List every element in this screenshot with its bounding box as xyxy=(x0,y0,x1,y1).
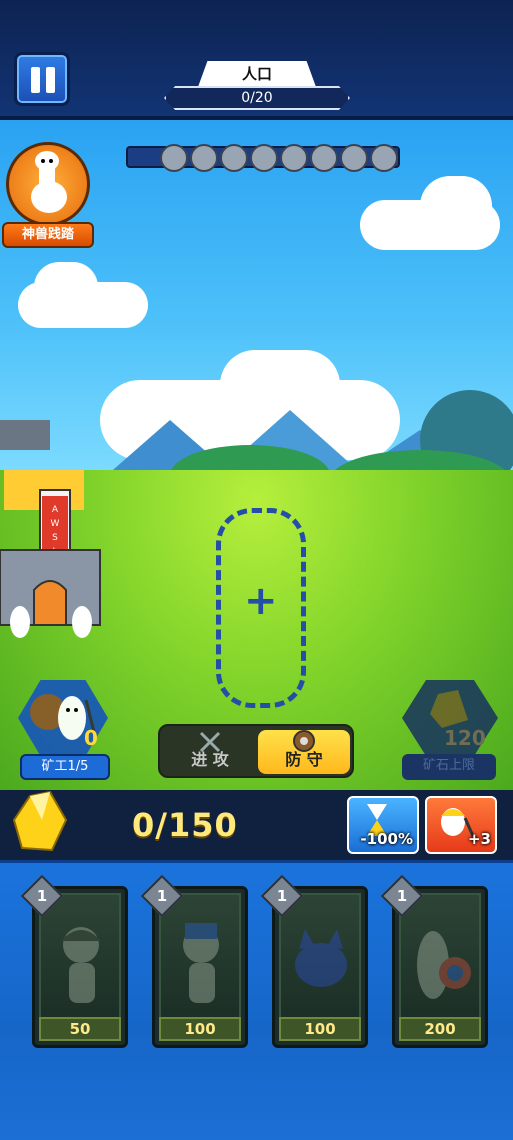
skill-button[interactable] xyxy=(6,142,90,226)
unit-card-cat[interactable]: 1 100 xyxy=(260,874,368,1048)
cloud-image xyxy=(420,176,492,236)
pause-icon xyxy=(31,67,40,93)
defend-label: 防 守 xyxy=(285,750,323,769)
ore-value: 0/150 xyxy=(132,806,238,844)
population-label: 人口 xyxy=(198,61,316,87)
miner-label: 矿工1/5 xyxy=(20,754,110,780)
defend-button[interactable]: 防 守 xyxy=(258,730,350,774)
plus-icon: + xyxy=(244,578,278,624)
mode-toggle: 进 攻 防 守 xyxy=(158,724,354,778)
speed-boost-label: -100% xyxy=(360,830,413,848)
enemy-face-icon xyxy=(250,144,278,172)
enemy-face-icon xyxy=(160,144,188,172)
enemy-face-icon xyxy=(340,144,368,172)
card-frame xyxy=(39,893,121,1019)
card-cost: 100 xyxy=(159,1017,241,1041)
ore-cap-label: 矿石上限 xyxy=(402,754,496,780)
unit-card-archer[interactable]: 1 100 xyxy=(140,874,248,1048)
miner-boost-label: +3 xyxy=(467,830,491,848)
svg-text:A: A xyxy=(52,505,59,515)
skill-label: 神兽践踏 xyxy=(2,222,94,248)
card-cost: 200 xyxy=(399,1017,481,1041)
enemy-face-icon xyxy=(220,144,248,172)
pause-button[interactable] xyxy=(14,52,70,106)
pause-icon xyxy=(46,67,55,93)
enemy-face-icon xyxy=(310,144,338,172)
svg-text:S: S xyxy=(52,533,58,543)
enemy-face-icon xyxy=(190,144,218,172)
miner-count: 0 xyxy=(84,726,98,750)
archer-icon xyxy=(183,923,219,1003)
cat-icon xyxy=(295,929,347,987)
attack-button[interactable]: 进 攻 xyxy=(164,730,256,774)
shield-knight-icon xyxy=(417,931,471,999)
cloud-image xyxy=(34,262,98,312)
card-cost: 50 xyxy=(39,1017,121,1041)
unit-card-shield-knight[interactable]: 1 200 xyxy=(380,874,488,1048)
card-cost: 100 xyxy=(279,1017,361,1041)
enemy-face-icon xyxy=(370,144,398,172)
castle-image: A W S L xyxy=(0,420,101,638)
attack-label: 进 攻 xyxy=(191,750,229,769)
enemy-face-icon xyxy=(280,144,308,172)
svg-text:W: W xyxy=(51,519,60,529)
crystal-gem-icon xyxy=(12,790,68,852)
ore-cap-value: 120 xyxy=(444,726,486,750)
alpaca-icon xyxy=(31,151,67,213)
card-frame xyxy=(279,893,361,1019)
population-value: 0/20 xyxy=(164,86,350,110)
helmet-soldier-icon xyxy=(61,927,101,1003)
card-frame xyxy=(399,893,481,1019)
unit-card-helmet-soldier[interactable]: 1 50 xyxy=(20,874,128,1048)
wave-progress-bar xyxy=(126,144,400,172)
speed-boost-button[interactable]: -100% xyxy=(347,796,419,854)
card-frame xyxy=(159,893,241,1019)
miner-boost-button[interactable]: +3 xyxy=(425,796,497,854)
